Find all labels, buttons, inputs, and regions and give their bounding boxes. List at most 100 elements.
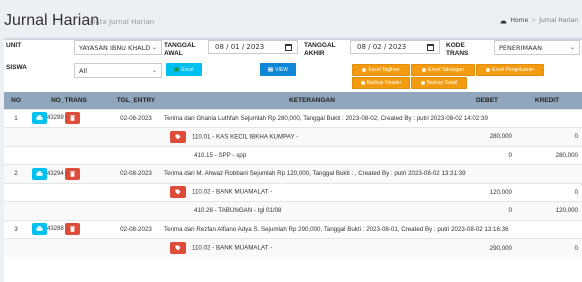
trans-number: 43294 xyxy=(47,170,64,177)
tag-button[interactable] xyxy=(170,130,186,143)
table-row: 3 43288 02-08-2023 Terima dari Rezfan Al… xyxy=(4,219,582,239)
excel-tabungan-button[interactable]: Excel Tabungan xyxy=(411,64,475,76)
chevron-down-icon: ⌄ xyxy=(151,67,157,74)
detail-cell: 110.02 - BANK MUAMALAT - xyxy=(162,238,462,257)
table-row: 410.26 - TABUNGAN - tgl 01/08 0 120,000 xyxy=(4,201,582,220)
page-header: Jurnal Harian Data Jurnal Harian Home > … xyxy=(0,0,582,42)
tanggal-awal-value: 08 / 01 / 2023 xyxy=(215,43,265,51)
tanggal-akhir-label-line1: TANGGAL xyxy=(304,42,336,49)
print-button[interactable] xyxy=(32,167,47,180)
spreadsheet-icon xyxy=(174,67,179,72)
row-kredit: 0 xyxy=(516,127,582,146)
row-no: 3 xyxy=(4,219,28,239)
excel-button-label: Excel xyxy=(181,66,194,73)
trans-number: 43299 xyxy=(47,115,64,122)
backup-header-button[interactable]: Backup Header xyxy=(352,77,410,89)
print-button[interactable] xyxy=(32,112,47,125)
tanggal-awal-label: TANGGAL AWAL xyxy=(164,42,196,58)
trash-icon xyxy=(70,226,76,233)
dashboard-icon xyxy=(500,20,507,23)
list-icon xyxy=(268,67,274,72)
col-tgl-entry: TGL_ENTRY xyxy=(110,92,162,109)
excel-tagihan-button[interactable]: Excel Tagihan xyxy=(352,64,410,76)
calendar-icon[interactable] xyxy=(285,44,292,51)
col-keterangan: KETERANGAN xyxy=(162,92,462,109)
tanggal-akhir-label-line2: AKHIR xyxy=(304,50,325,57)
page-subtitle: Data Jurnal Harian xyxy=(90,18,155,26)
row-debet: 120,000 xyxy=(462,182,516,202)
excel-button[interactable]: Excel xyxy=(166,63,202,76)
row-tgl-entry: 02-08-2023 xyxy=(110,108,162,128)
tanggal-awal-label-line1: TANGGAL xyxy=(164,42,196,49)
detail-account: 110.02 - BANK MUAMALAT - xyxy=(192,244,273,252)
print-icon xyxy=(36,115,43,121)
row-trans: 43294 xyxy=(28,164,110,183)
delete-button[interactable] xyxy=(65,223,81,236)
journal-panel: UNIT YAYASAN IBNU KHALD ⌄ SISWA All ⌄ TA… xyxy=(4,38,582,282)
kode-trans-label-line2: TRANS xyxy=(446,50,469,57)
print-button[interactable] xyxy=(32,223,47,236)
row-tgl-entry: 02-08-2023 xyxy=(110,164,162,183)
row-kredit: 0 xyxy=(516,238,582,257)
page-title: Jurnal Harian xyxy=(4,12,100,29)
excel-pengeluaran-button[interactable]: Excel Pengeluaran xyxy=(476,64,544,76)
dot-icon xyxy=(486,68,490,72)
siswa-label: SISWA xyxy=(6,64,27,71)
row-kredit: 280,000 xyxy=(516,145,582,165)
kode-trans-select[interactable]: PENERIMAAN ⌄ xyxy=(494,40,580,55)
backup-detail-button[interactable]: Backup Detail xyxy=(411,77,467,89)
row-keterangan: Terima dari Ghania Luthfah Sejumlah Rp 2… xyxy=(162,108,582,128)
backup-detail-label: Backup Detail xyxy=(426,80,458,86)
row-trans: 43288 xyxy=(28,219,110,239)
journal-table: NO NO_TRANS TGL_ENTRY KETERANGAN DEBET K… xyxy=(4,92,582,257)
breadcrumb-home[interactable]: Home xyxy=(510,17,528,24)
col-debet: DEBET xyxy=(462,92,516,109)
detail-account: 410.26 - TABUNGAN - tgl 01/08 xyxy=(162,201,462,220)
tag-button[interactable] xyxy=(170,242,186,254)
tag-icon xyxy=(175,245,181,251)
kode-trans-label: KODE TRANS xyxy=(446,42,468,58)
tag-icon xyxy=(175,189,181,195)
delete-button[interactable] xyxy=(65,167,81,180)
calendar-icon[interactable] xyxy=(427,44,434,51)
chevron-down-icon: ⌄ xyxy=(569,44,575,51)
print-icon xyxy=(36,226,43,232)
unit-label: UNIT xyxy=(6,42,22,49)
row-no: 2 xyxy=(4,164,28,183)
tanggal-akhir-value: 08 / 02 / 2023 xyxy=(357,43,407,51)
excel-tagihan-label: Excel Tagihan xyxy=(368,67,400,73)
view-button[interactable]: VIEW xyxy=(260,63,296,76)
row-debet: 0 xyxy=(462,145,516,165)
tag-button[interactable] xyxy=(170,186,186,199)
table-row: 110.01 - KAS KECIL IBKHA KUMPAY - 280,00… xyxy=(4,127,582,146)
tanggal-akhir-input[interactable]: 08 / 02 / 2023 xyxy=(350,40,440,54)
excel-pengeluaran-label: Excel Pengeluaran xyxy=(492,67,534,73)
row-keterangan: Terima dari M. Ahwaz Robbani Sejumlah Rp… xyxy=(162,164,582,183)
backup-header-label: Backup Header xyxy=(366,80,402,86)
print-icon xyxy=(36,170,43,176)
kode-trans-value: PENERIMAAN xyxy=(499,43,542,52)
row-kredit: 0 xyxy=(516,182,582,202)
unit-select[interactable]: YAYASAN IBNU KHALD ⌄ xyxy=(74,40,162,55)
detail-account: 110.02 - BANK MUAMALAT - xyxy=(192,188,273,196)
row-kredit: 120,000 xyxy=(516,201,582,220)
delete-button[interactable] xyxy=(65,112,81,125)
tag-icon xyxy=(175,134,181,140)
breadcrumb-separator: > xyxy=(531,17,537,24)
row-no: 1 xyxy=(4,108,28,128)
detail-cell: 110.01 - KAS KECIL IBKHA KUMPAY - xyxy=(162,127,462,146)
col-no: NO xyxy=(4,92,28,109)
dot-icon xyxy=(422,68,427,72)
row-debet: 290,000 xyxy=(462,238,516,257)
tanggal-awal-input[interactable]: 08 / 01 / 2023 xyxy=(208,40,298,54)
table-header-row: NO NO_TRANS TGL_ENTRY KETERANGAN DEBET K… xyxy=(4,92,582,109)
detail-account: 410.15 - SPP - spp xyxy=(162,145,462,165)
table-row: 410.15 - SPP - spp 0 280,000 xyxy=(4,145,582,165)
unit-select-value: YAYASAN IBNU KHALD xyxy=(79,43,151,52)
chevron-down-icon: ⌄ xyxy=(151,44,157,51)
siswa-select[interactable]: All ⌄ xyxy=(74,63,162,78)
row-trans: 43299 xyxy=(28,108,110,128)
excel-tabungan-label: Excel Tabungan xyxy=(428,67,464,73)
dot-icon xyxy=(362,68,367,72)
row-tgl-entry: 02-08-2023 xyxy=(110,219,162,239)
